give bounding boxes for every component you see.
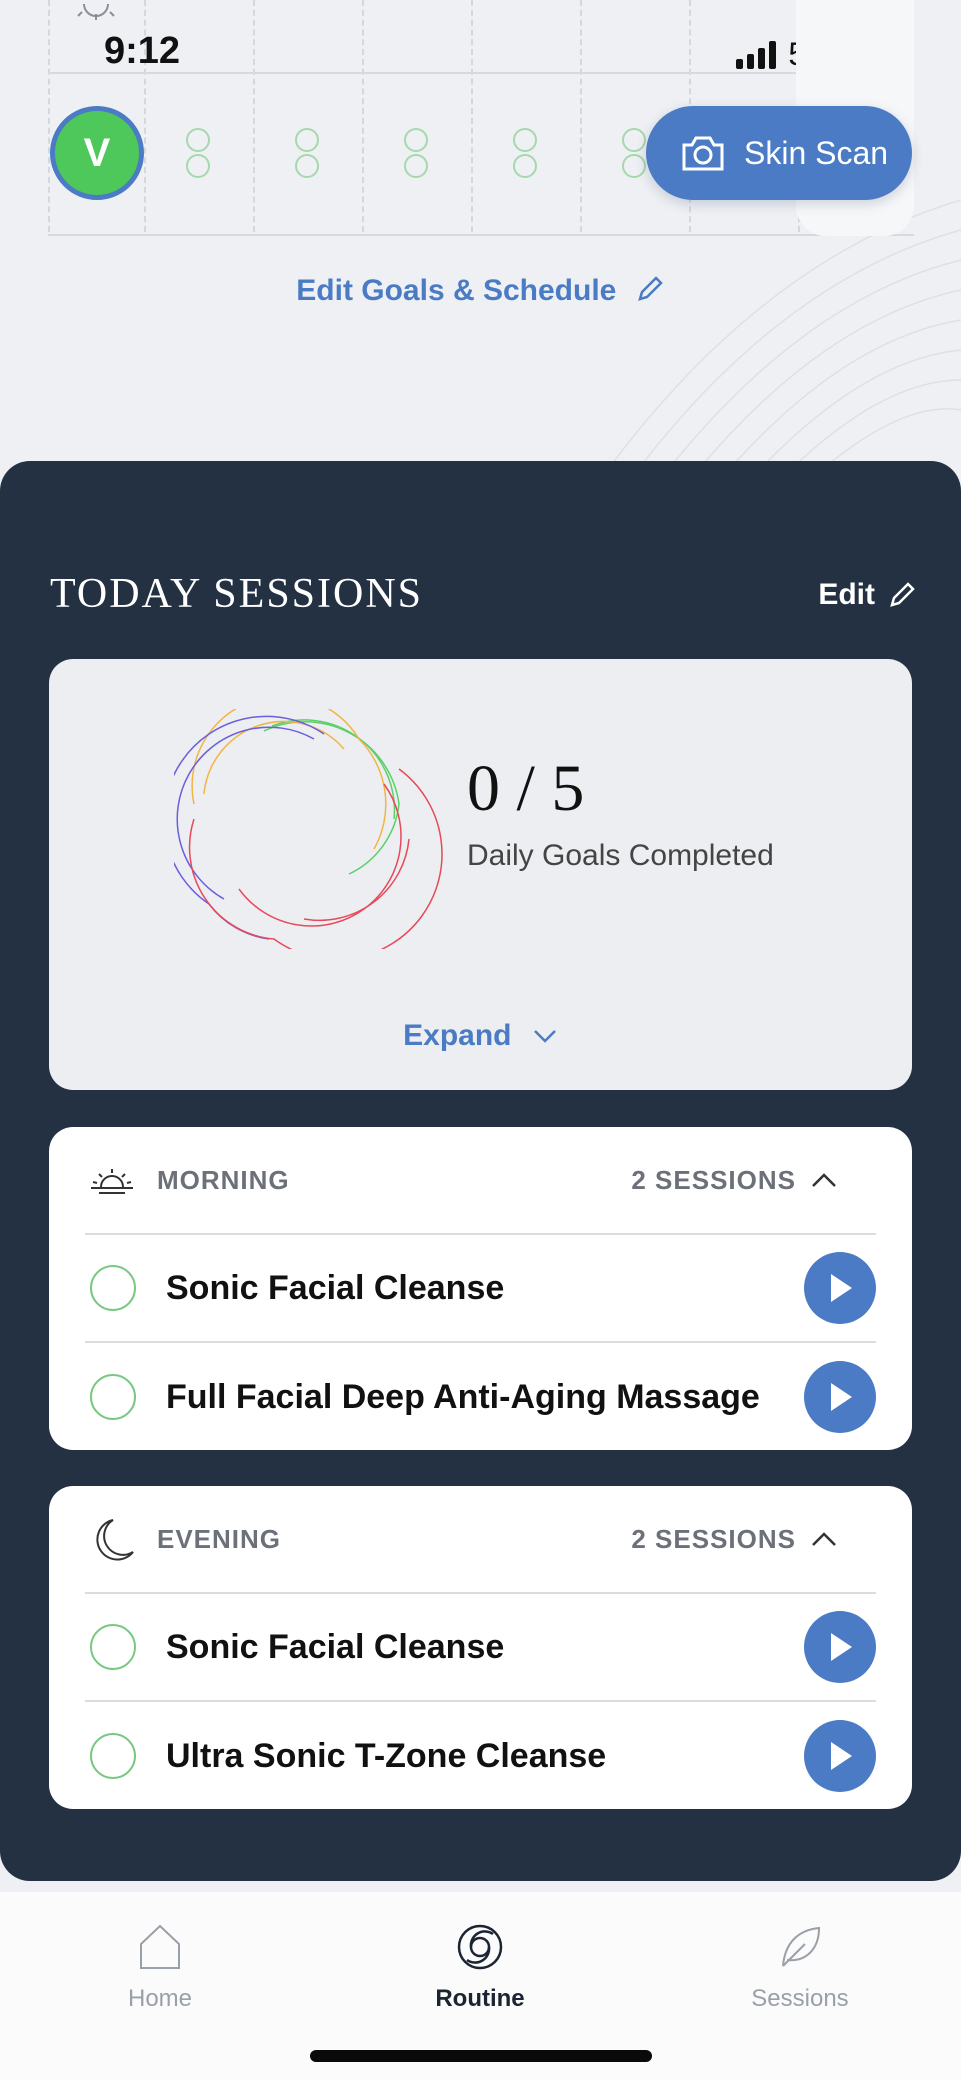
- sunrise-icon: [91, 1169, 133, 1194]
- edit-sessions-label: Edit: [818, 578, 875, 611]
- morning-title: MORNING: [157, 1164, 290, 1195]
- chevron-down-icon: [533, 1030, 556, 1043]
- session-checkbox[interactable]: [90, 1624, 136, 1670]
- play-icon: [831, 1742, 852, 1770]
- pencil-icon: [890, 582, 915, 607]
- goals-label: Daily Goals Completed: [467, 839, 774, 872]
- expand-label: Expand: [403, 1019, 512, 1052]
- morning-header[interactable]: MORNING 2 SESSIONS: [85, 1127, 876, 1235]
- session-name: Sonic Facial Cleanse: [166, 1627, 505, 1666]
- play-button[interactable]: [804, 1611, 876, 1683]
- evening-title: EVENING: [157, 1523, 282, 1554]
- sun-icon: [77, 3, 115, 20]
- tab-routine[interactable]: Routine: [380, 1922, 580, 2013]
- status-time: 9:12: [104, 30, 181, 72]
- session-name: Ultra Sonic T-Zone Cleanse: [166, 1736, 607, 1775]
- chevron-up-icon: [812, 1173, 836, 1187]
- routine-swirl-icon: [457, 1924, 503, 1970]
- tab-routine-label: Routine: [435, 1985, 525, 2012]
- session-row[interactable]: Full Facial Deep Anti-Aging Massage: [85, 1343, 876, 1451]
- day-status-dots: [295, 128, 321, 180]
- edit-goals-label: Edit Goals & Schedule: [296, 274, 617, 307]
- signal-icon: [736, 40, 777, 69]
- home-icon: [140, 1924, 180, 1969]
- evening-count: 2 SESSIONS: [631, 1523, 796, 1554]
- day-status-dots: [513, 128, 539, 180]
- play-button[interactable]: [804, 1252, 876, 1324]
- day-status-dots: [622, 128, 648, 180]
- play-icon: [831, 1274, 852, 1302]
- morning-sessions-card: MORNING 2 SESSIONS Sonic Facial Cleanse …: [49, 1127, 912, 1450]
- morning-count: 2 SESSIONS: [631, 1164, 796, 1195]
- session-name: Full Facial Deep Anti-Aging Massage: [166, 1377, 760, 1416]
- progress-rings-icon: [174, 709, 443, 949]
- day-status-dots: [186, 128, 212, 180]
- play-icon: [831, 1633, 852, 1661]
- session-row[interactable]: Sonic Facial Cleanse: [85, 1594, 876, 1702]
- session-row[interactable]: Ultra Sonic T-Zone Cleanse: [85, 1702, 876, 1810]
- skin-scan-label: Skin Scan: [744, 134, 889, 171]
- session-checkbox[interactable]: [90, 1374, 136, 1420]
- daily-progress-card: 0 / 5 Daily Goals Completed Expand: [49, 659, 912, 1090]
- goals-count: 0 / 5: [467, 752, 585, 825]
- tab-sessions-label: Sessions: [751, 1985, 849, 2012]
- session-name: Sonic Facial Cleanse: [166, 1268, 505, 1307]
- day-status-dots: [404, 128, 430, 180]
- play-button[interactable]: [804, 1361, 876, 1433]
- pencil-icon: [637, 276, 663, 301]
- play-icon: [831, 1383, 852, 1411]
- expand-button[interactable]: Expand: [49, 1019, 912, 1053]
- leaf-icon: [782, 1926, 821, 1967]
- play-button[interactable]: [804, 1720, 876, 1792]
- chevron-up-icon: [812, 1532, 836, 1546]
- edit-goals-link[interactable]: Edit Goals & Schedule: [0, 274, 961, 308]
- session-checkbox[interactable]: [90, 1265, 136, 1311]
- session-row[interactable]: Sonic Facial Cleanse: [85, 1235, 876, 1343]
- moon-icon: [96, 1519, 134, 1561]
- today-sessions-title: TODAY SESSIONS: [50, 571, 424, 617]
- session-checkbox[interactable]: [90, 1733, 136, 1779]
- tab-home[interactable]: Home: [60, 1922, 260, 2013]
- edit-sessions-button[interactable]: Edit: [818, 578, 917, 612]
- camera-icon: [682, 136, 724, 171]
- skin-scan-button[interactable]: Skin Scan: [646, 106, 912, 200]
- tab-sessions[interactable]: Sessions: [700, 1922, 900, 2013]
- home-indicator: [310, 2050, 652, 2062]
- day-avatar[interactable]: V: [50, 106, 144, 200]
- evening-header[interactable]: EVENING 2 SESSIONS: [85, 1486, 876, 1594]
- evening-sessions-card: EVENING 2 SESSIONS Sonic Facial Cleanse …: [49, 1486, 912, 1809]
- tab-home-label: Home: [127, 1985, 193, 2012]
